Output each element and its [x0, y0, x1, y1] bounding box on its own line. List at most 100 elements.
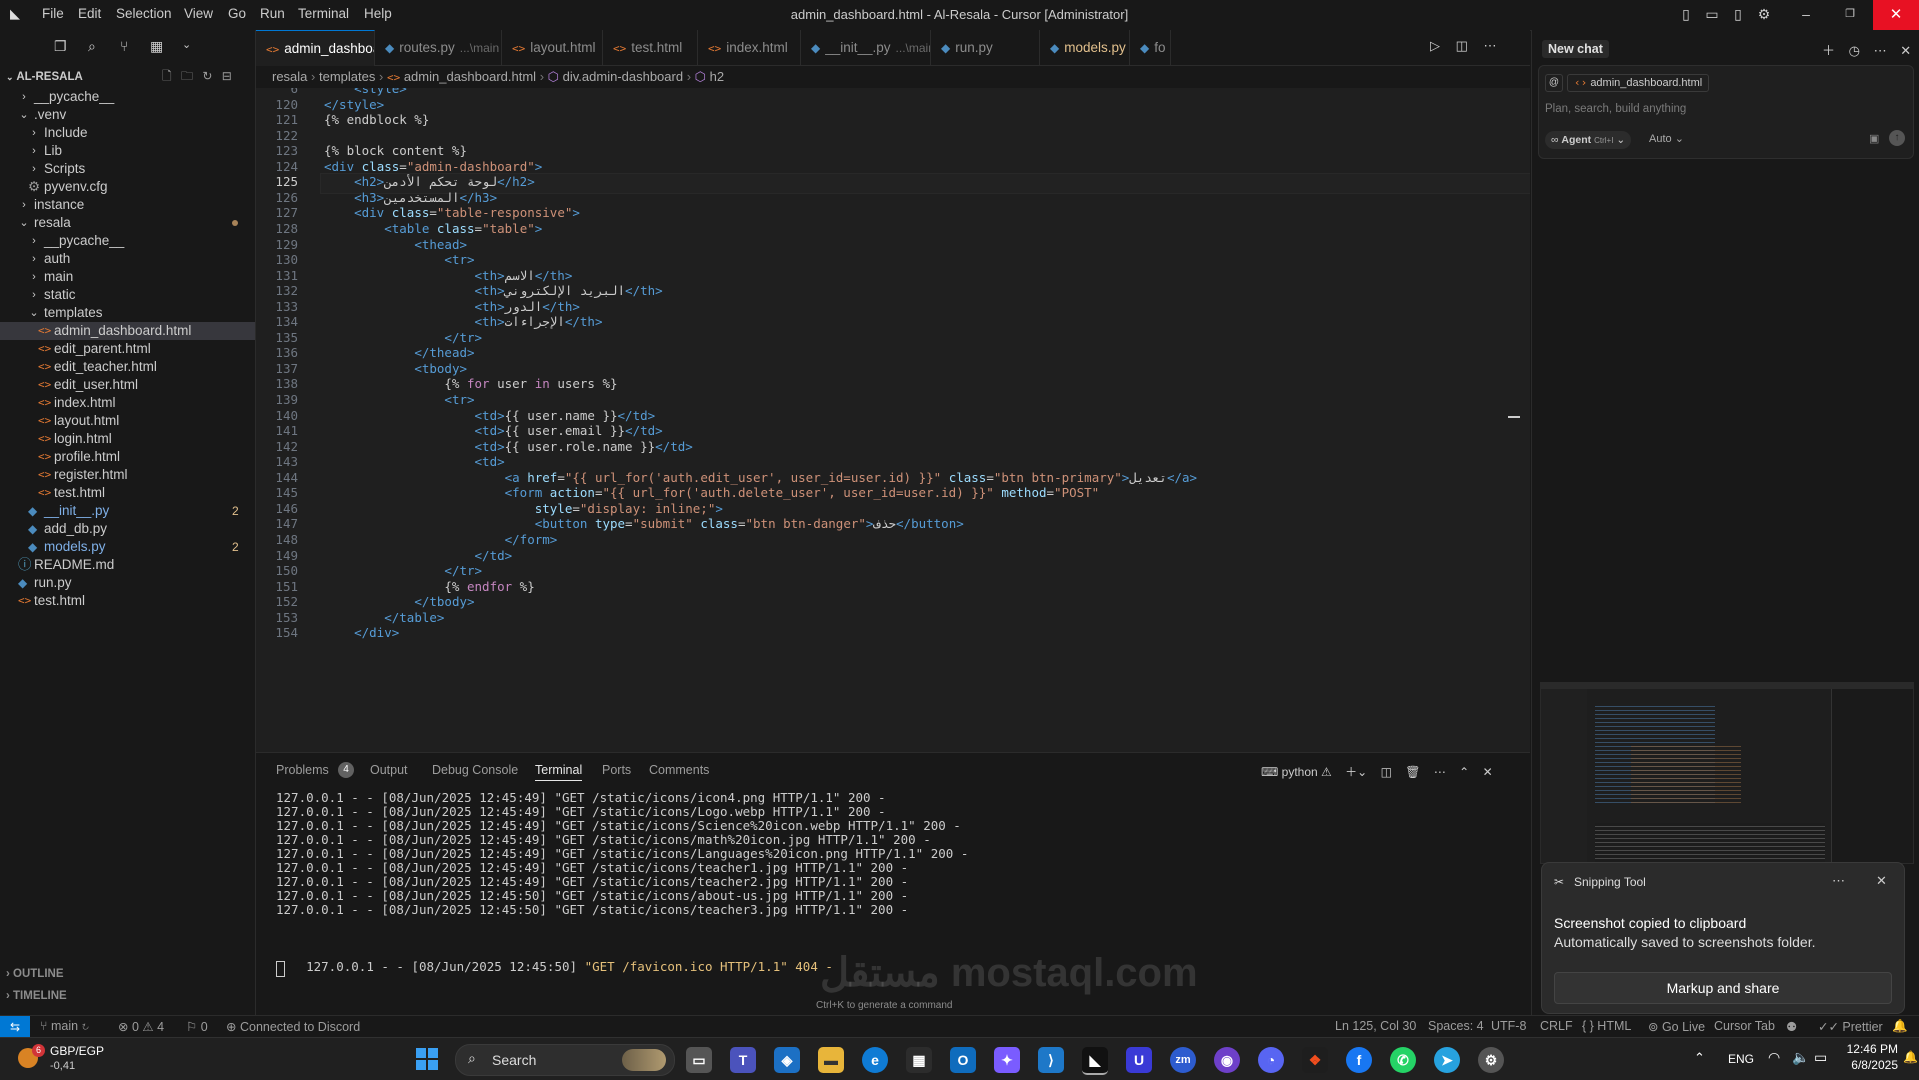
tree-item[interactable]: › static: [0, 286, 255, 304]
collapse-all-icon[interactable]: ⊟: [222, 69, 232, 83]
tab-problems[interactable]: Problems: [276, 763, 329, 777]
timeline-section[interactable]: › TIMELINE: [6, 990, 67, 1002]
code-line[interactable]: </table>: [324, 610, 444, 625]
split-editor-icon[interactable]: ◫: [1456, 38, 1468, 53]
indentation[interactable]: Spaces: 4: [1428, 1019, 1484, 1033]
notification-close-icon[interactable]: ✕: [1876, 873, 1887, 889]
code-line[interactable]: <th>الإجراءات</th>: [324, 314, 603, 329]
toggle-secondary-sidebar-icon[interactable]: ▯: [1730, 6, 1746, 22]
edge-icon[interactable]: e: [862, 1047, 888, 1073]
toggle-panel-icon[interactable]: ▭: [1704, 6, 1720, 22]
taskbar-search[interactable]: ⌕ Search: [455, 1044, 675, 1076]
tree-item[interactable]: <> test.html: [0, 592, 255, 610]
notification-center-icon[interactable]: 🔔: [1903, 1050, 1918, 1064]
zoom-icon[interactable]: zm: [1170, 1047, 1196, 1073]
code-line[interactable]: <td>: [324, 454, 505, 469]
tree-item[interactable]: <> index.html: [0, 394, 255, 412]
clock[interactable]: 12:46 PM 6/8/2025: [1838, 1042, 1898, 1072]
code-line[interactable]: <button type="submit" class="btn btn-dan…: [324, 516, 964, 531]
tab-terminal[interactable]: Terminal: [535, 763, 583, 781]
extensions-icon[interactable]: ▦: [150, 38, 163, 55]
cursor-position[interactable]: Ln 125, Col 30: [1335, 1019, 1416, 1033]
code-line[interactable]: <h3>المستخدمين</h3>: [324, 190, 497, 205]
code-editor[interactable]: 6 <style> 120 </style> 121 {% endblock %} 122…: [256, 88, 1530, 752]
code-line[interactable]: <td>{{ user.name }}</td>: [324, 408, 656, 423]
code-line[interactable]: <table class="table">: [324, 221, 542, 236]
more-icon[interactable]: ⋯: [1874, 43, 1887, 58]
tree-item[interactable]: ⓘ README.md: [0, 556, 255, 574]
chevron-down-icon[interactable]: ⌄: [182, 38, 191, 51]
explorer-root[interactable]: ⌄ AL-RESALA: [6, 67, 83, 87]
tree-item[interactable]: <> login.html: [0, 430, 255, 448]
mention-button[interactable]: @: [1545, 74, 1563, 92]
outline-section[interactable]: › OUTLINE: [6, 968, 64, 980]
tree-item[interactable]: ⌄ resala: [0, 214, 255, 232]
code-line[interactable]: </td>: [324, 548, 513, 563]
tree-item[interactable]: <> admin_dashboard.html: [0, 322, 255, 340]
tree-item[interactable]: › main: [0, 268, 255, 286]
tab-debug-console[interactable]: Debug Console: [432, 763, 518, 777]
agent-mode-dropdown[interactable]: ∞ Agent Ctrl+I ⌄: [1545, 131, 1632, 149]
code-line[interactable]: </tbody>: [324, 594, 474, 609]
tab-ports[interactable]: Ports: [602, 763, 631, 777]
minimize-icon[interactable]: –: [1798, 6, 1814, 22]
refresh-icon[interactable]: ↻: [202, 69, 212, 83]
maximize-panel-icon[interactable]: ⌃: [1459, 765, 1469, 779]
close-window-button[interactable]: ✕: [1873, 0, 1919, 30]
code-line[interactable]: <th>الدور</th>: [324, 299, 580, 314]
kill-terminal-icon[interactable]: 🗑: [1405, 765, 1420, 779]
tree-item[interactable]: › __pycache__: [0, 232, 255, 250]
code-line[interactable]: </style>: [324, 97, 384, 112]
tree-item[interactable]: ◆ add_db.py: [0, 520, 255, 538]
tree-item[interactable]: ◆ __init__.py 2: [0, 502, 255, 520]
breadcrumb-folder-templates[interactable]: templates: [319, 69, 375, 84]
go-live-button[interactable]: ⊚ Go Live: [1648, 1019, 1705, 1034]
wifi-icon[interactable]: ◠: [1768, 1049, 1780, 1066]
code-line[interactable]: <th>الاسم</th>: [324, 268, 573, 283]
code-line[interactable]: style="display: inline;">: [324, 501, 723, 516]
image-icon[interactable]: ▣: [1869, 132, 1879, 145]
screenshot-thumbnail[interactable]: [1540, 682, 1914, 864]
toggle-sidebar-icon[interactable]: ▯: [1678, 6, 1694, 22]
more-actions-icon[interactable]: ⋯: [1484, 38, 1497, 53]
history-icon[interactable]: ◷: [1849, 43, 1860, 58]
restore-icon[interactable]: ❐: [1842, 6, 1858, 22]
tab-7[interactable]: ◆ models.py 2: [1040, 30, 1130, 65]
task-view-icon[interactable]: ▭: [686, 1047, 712, 1073]
facebook-icon[interactable]: f: [1346, 1047, 1372, 1073]
code-line[interactable]: </thead>: [324, 345, 474, 360]
code-line[interactable]: {% block content %}: [324, 143, 467, 158]
tree-item[interactable]: <> edit_user.html: [0, 376, 255, 394]
tree-item[interactable]: › Lib: [0, 142, 255, 160]
settings-gear-icon[interactable]: ⚙: [1756, 6, 1772, 22]
end-of-line[interactable]: CRLF: [1540, 1019, 1573, 1033]
tree-item[interactable]: › instance: [0, 196, 255, 214]
code-line[interactable]: <form action="{{ url_for('auth.delete_us…: [324, 485, 1100, 500]
code-line[interactable]: <tr>: [324, 252, 474, 267]
code-line[interactable]: <tbody>: [324, 361, 467, 376]
tree-item[interactable]: <> edit_teacher.html: [0, 358, 255, 376]
tree-item[interactable]: › Scripts: [0, 160, 255, 178]
files-icon[interactable]: ❐: [54, 38, 67, 55]
breadcrumb-element-h2[interactable]: h2: [710, 69, 724, 84]
model-dropdown[interactable]: Auto ⌄: [1649, 132, 1684, 145]
problems-indicator[interactable]: ⊗ 0 ⚠ 4: [118, 1019, 164, 1034]
code-line[interactable]: </form>: [324, 532, 558, 547]
code-line[interactable]: {% endfor %}: [324, 579, 534, 594]
tab-0[interactable]: <>admin_dashboard.html✕: [256, 30, 375, 66]
breadcrumb-folder-resala[interactable]: resala: [272, 69, 307, 84]
prettier-button[interactable]: ✓✓ Prettier: [1818, 1019, 1883, 1034]
code-line[interactable]: {% endblock %}: [324, 112, 429, 127]
chat-input-box[interactable]: @ ‹› admin_dashboard.html Plan, search, …: [1538, 65, 1914, 159]
teams-icon[interactable]: T: [730, 1047, 756, 1073]
code-line[interactable]: <div class="admin-dashboard">: [324, 159, 542, 174]
markup-and-share-button[interactable]: Markup and share: [1554, 972, 1892, 1004]
battery-icon[interactable]: ▭: [1814, 1049, 1827, 1066]
file-explorer-icon[interactable]: ▬: [818, 1047, 844, 1073]
cursor-app-icon[interactable]: ◣: [1082, 1047, 1108, 1075]
code-line[interactable]: </tr>: [324, 563, 482, 578]
tree-item[interactable]: ⌄ templates: [0, 304, 255, 322]
tree-item[interactable]: <> register.html: [0, 466, 255, 484]
code-line[interactable]: <th>البريد الإلكتروني</th>: [324, 283, 663, 298]
tab-6[interactable]: ◆ run.py: [931, 30, 1040, 65]
